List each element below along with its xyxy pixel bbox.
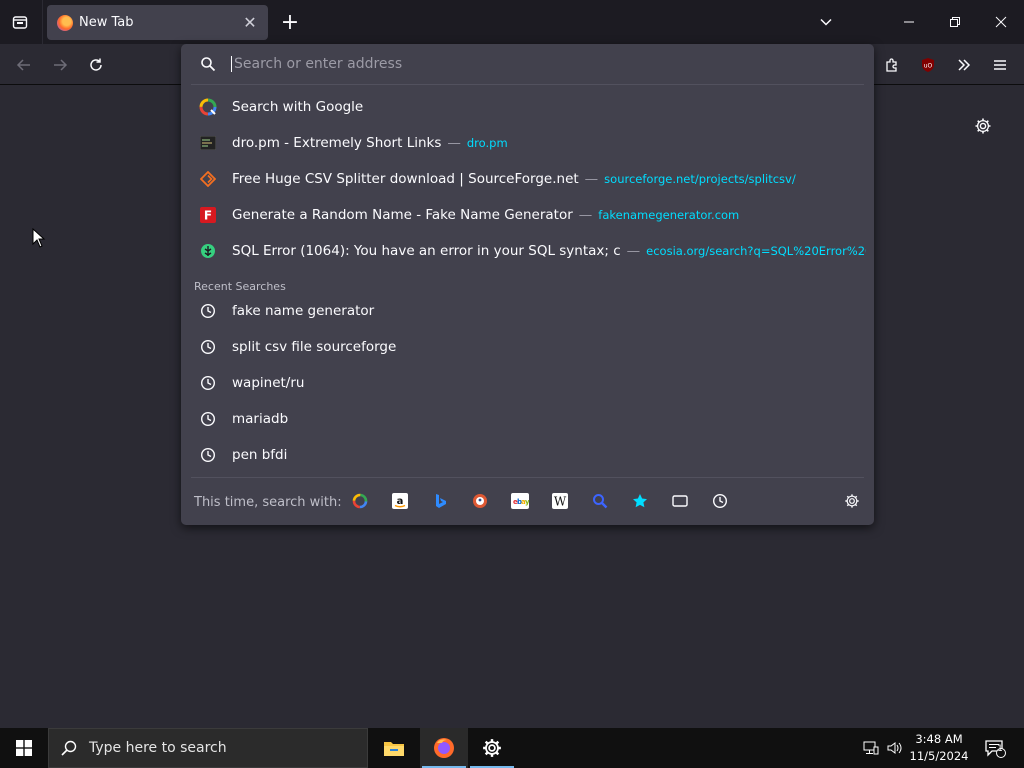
fake-name-generator-icon: F: [198, 205, 218, 225]
taskbar-search-icon: [61, 740, 77, 756]
result-separator: —: [447, 135, 461, 151]
firefox-taskbar-icon[interactable]: [420, 728, 468, 768]
recent-search-text: fake name generator: [232, 303, 375, 319]
taskbar-search-placeholder: Type here to search: [89, 740, 227, 756]
result-url: fakenamegenerator.com: [598, 208, 740, 222]
history-clock-icon: [198, 301, 218, 321]
recent-search-item[interactable]: split csv file sourceforge: [189, 330, 866, 364]
wikipedia-engine-icon[interactable]: W: [551, 492, 569, 510]
forward-arrow-icon[interactable]: [46, 52, 74, 78]
bing-engine-icon[interactable]: [431, 492, 449, 510]
windows-taskbar: Type here to search 3:48 AM 11/5/2024 1: [0, 728, 1024, 768]
file-explorer-icon[interactable]: [370, 728, 418, 768]
result-title: Search with Google: [232, 99, 364, 115]
search-with-divider: [191, 477, 864, 478]
mouse-cursor-icon: [32, 227, 46, 252]
svg-text:W: W: [554, 495, 567, 509]
search-with-label: This time, search with:: [194, 495, 342, 510]
terminal-favicon-icon: [198, 133, 218, 153]
result-title: Generate a Random Name - Fake Name Gener…: [232, 207, 573, 223]
network-icon[interactable]: [860, 728, 882, 768]
tab-separator: [42, 0, 43, 44]
history-clock-icon: [198, 445, 218, 465]
ecosia-icon: [198, 241, 218, 261]
newtab-settings-gear-icon[interactable]: [972, 115, 994, 137]
result-separator: —: [584, 171, 599, 187]
firefox-favicon-icon: [57, 14, 73, 31]
result-url: dro.pm: [466, 136, 508, 150]
list-all-tabs-icon[interactable]: [814, 10, 838, 34]
extensions-puzzle-icon[interactable]: [878, 52, 906, 78]
result-title: Free Huge CSV Splitter download | Source…: [232, 171, 579, 187]
history-clock-icon: [198, 337, 218, 357]
google-engine-icon[interactable]: [351, 492, 369, 510]
overflow-chevron-icon[interactable]: [950, 52, 978, 78]
notification-count: 1: [997, 744, 1003, 754]
notifications-icon[interactable]: 1: [980, 728, 1010, 768]
result-fake-name-generator[interactable]: F Generate a Random Name - Fake Name Gen…: [189, 198, 866, 232]
taskbar-search-box[interactable]: Type here to search: [48, 728, 368, 768]
windows-start-icon[interactable]: [0, 728, 48, 768]
tab-new-tab[interactable]: New Tab ✕: [47, 5, 268, 40]
bookmarks-star-icon[interactable]: [631, 492, 649, 510]
result-sql-error-ecosia[interactable]: SQL Error (1064): You have an error in y…: [189, 234, 866, 268]
firefox-view-icon[interactable]: [8, 10, 32, 34]
search-icon: [197, 53, 219, 75]
history-engine-clock-icon[interactable]: [711, 492, 729, 510]
urlbar-input[interactable]: [231, 56, 831, 72]
tab-bar: New Tab ✕ +: [0, 0, 1024, 44]
duckduckgo-engine-icon[interactable]: [471, 492, 489, 510]
tab-title: New Tab: [79, 15, 134, 30]
result-title: dro.pm - Extremely Short Links: [232, 135, 442, 151]
sourceforge-icon: [198, 169, 218, 189]
ebay-engine-icon[interactable]: ebay: [511, 492, 529, 510]
volume-icon[interactable]: [884, 728, 906, 768]
clock-date: 11/5/2024: [909, 749, 969, 763]
svg-text:a: a: [397, 496, 404, 507]
recent-search-item[interactable]: fake name generator: [189, 294, 866, 328]
search-engine-magnifier-icon[interactable]: [591, 492, 609, 510]
svg-text:F: F: [204, 209, 212, 223]
result-separator: —: [578, 207, 593, 223]
recent-search-text: wapinet/ru: [232, 375, 305, 391]
result-title: SQL Error (1064): You have an error in y…: [232, 243, 621, 259]
clock-time: 3:48 AM: [915, 732, 963, 746]
svg-text:y: y: [525, 498, 529, 506]
recent-search-text: mariadb: [232, 411, 289, 427]
minimize-window-button[interactable]: [886, 0, 932, 44]
urlbar[interactable]: [189, 48, 866, 80]
recent-search-text: split csv file sourceforge: [232, 339, 397, 355]
ublock-origin-icon[interactable]: uO: [914, 52, 942, 78]
amazon-engine-icon[interactable]: a: [391, 492, 409, 510]
svg-text:uO: uO: [924, 63, 933, 70]
result-url: ecosia.org/search?q=SQL%20Error%20(1064): [646, 244, 866, 258]
result-sourceforge[interactable]: Free Huge CSV Splitter download | Source…: [189, 162, 866, 196]
recent-search-item[interactable]: mariadb: [189, 402, 866, 436]
history-clock-icon: [198, 373, 218, 393]
urlbar-divider: [191, 84, 864, 85]
reload-icon[interactable]: [82, 52, 110, 78]
recent-search-text: pen bfdi: [232, 447, 288, 463]
taskbar-clock[interactable]: 3:48 AM 11/5/2024: [906, 731, 972, 765]
result-search-with-google[interactable]: Search with Google: [189, 90, 866, 124]
recent-search-item[interactable]: pen bfdi: [189, 438, 866, 472]
close-window-button[interactable]: [978, 0, 1024, 44]
result-separator: —: [626, 243, 641, 259]
restore-window-button[interactable]: [932, 0, 978, 44]
new-tab-button[interactable]: +: [278, 10, 302, 35]
back-arrow-icon[interactable]: [10, 52, 38, 78]
google-icon: [198, 97, 218, 117]
hamburger-menu-icon[interactable]: [986, 52, 1014, 78]
search-settings-gear-icon[interactable]: [842, 491, 862, 511]
close-tab-icon[interactable]: ✕: [238, 11, 262, 35]
result-dro-pm[interactable]: dro.pm - Extremely Short Links — dro.pm: [189, 126, 866, 160]
history-clock-icon: [198, 409, 218, 429]
result-url: sourceforge.net/projects/splitcsv/: [604, 172, 796, 186]
recent-search-item[interactable]: wapinet/ru: [189, 366, 866, 400]
recent-searches-heading: Recent Searches: [194, 280, 286, 293]
tabs-icon[interactable]: [671, 492, 689, 510]
settings-gear-taskbar-icon[interactable]: [468, 728, 516, 768]
urlbar-results-popup: Search with Google dro.pm - Extremely Sh…: [181, 44, 874, 525]
